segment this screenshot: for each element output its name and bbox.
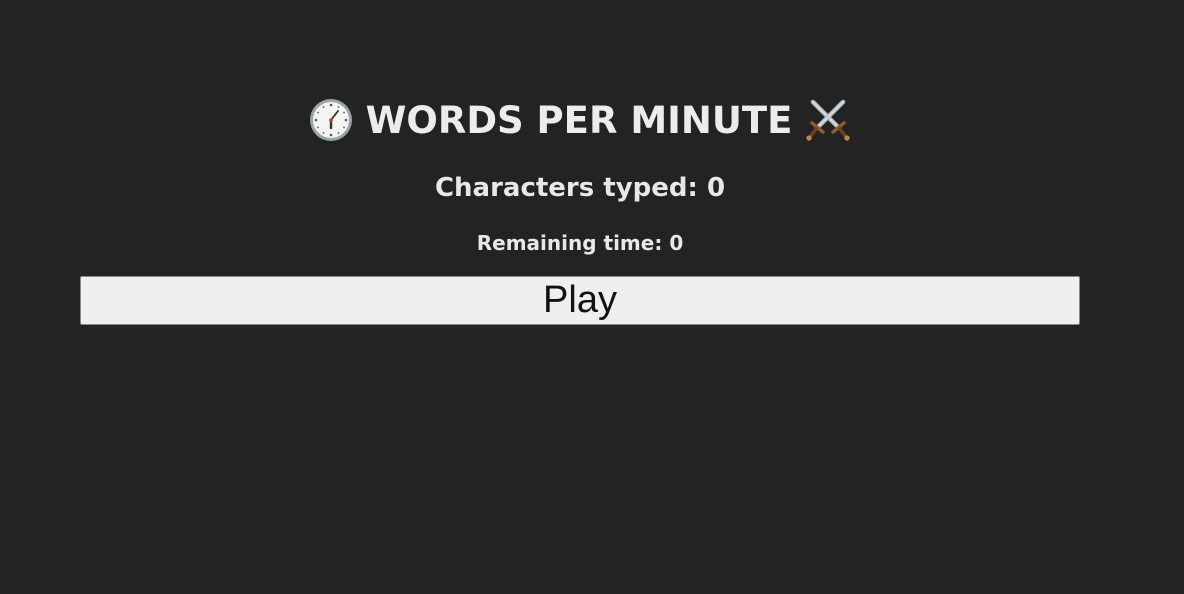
characters-typed-value: 0 [706, 173, 726, 203]
title-text: WORDS PER MINUTE [365, 98, 793, 142]
remaining-time-label: Remaining time: [476, 231, 663, 255]
app-root: WORDS PER MINUTE Characters typed: 0 Rem… [0, 0, 1184, 594]
remaining-time-value: 0 [669, 231, 684, 255]
page-title: WORDS PER MINUTE [0, 95, 1160, 145]
remaining-time-stat: Remaining time: 0 [0, 229, 1160, 257]
crossed-swords-icon [804, 97, 852, 143]
characters-typed-label: Characters typed: [434, 173, 698, 203]
play-button[interactable]: Play [80, 276, 1080, 325]
clock-icon [308, 97, 354, 143]
characters-typed-stat: Characters typed: 0 [0, 170, 1160, 206]
